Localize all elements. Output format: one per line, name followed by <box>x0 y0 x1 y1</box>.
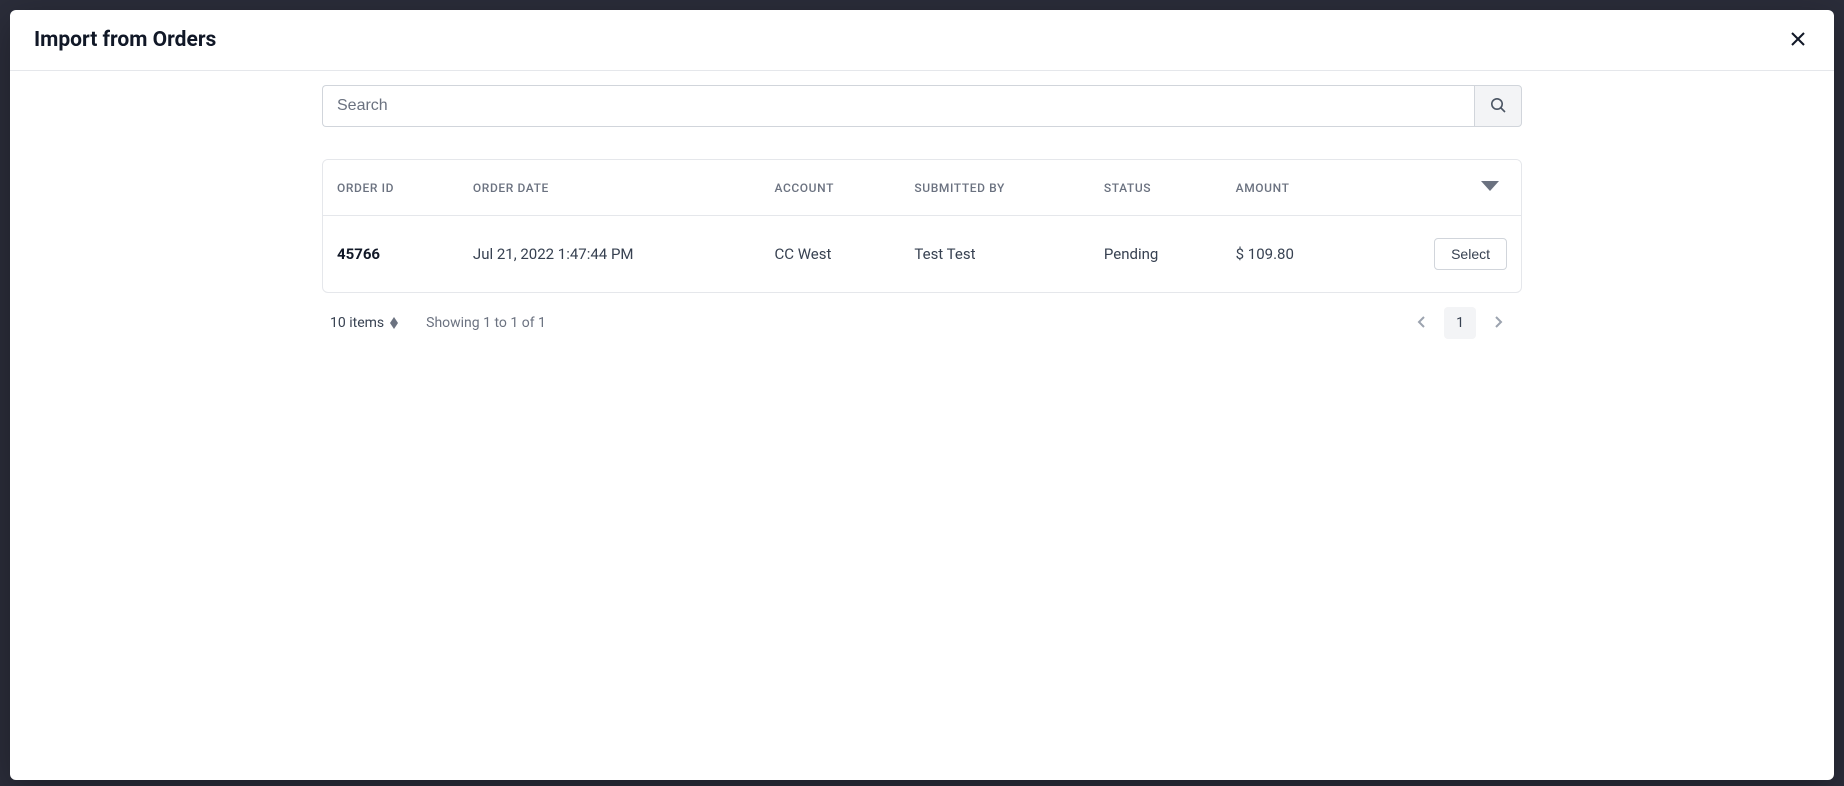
search-input[interactable] <box>322 85 1474 127</box>
table-row: 45766 Jul 21, 2022 1:47:44 PM CC West Te… <box>323 216 1521 293</box>
search-icon <box>1490 97 1506 116</box>
modal-header: Import from Orders <box>10 10 1834 71</box>
sort-desc-icon <box>1481 180 1499 192</box>
col-status[interactable]: STATUS <box>1090 160 1222 216</box>
showing-text: Showing 1 to 1 of 1 <box>426 315 546 331</box>
col-amount[interactable]: AMOUNT <box>1222 160 1360 216</box>
close-icon <box>1790 31 1806 50</box>
cell-amount: $ 109.80 <box>1222 216 1360 293</box>
page-size-label: 10 items <box>330 315 384 331</box>
pagination: 1 <box>1406 307 1514 339</box>
modal-body: ORDER ID ORDER DATE ACCOUNT SUBMITTED BY… <box>10 71 1834 780</box>
orders-table: ORDER ID ORDER DATE ACCOUNT SUBMITTED BY… <box>323 160 1521 292</box>
chevron-right-icon <box>1493 316 1503 331</box>
page-number[interactable]: 1 <box>1444 307 1476 339</box>
col-account[interactable]: ACCOUNT <box>760 160 900 216</box>
table-header-row: ORDER ID ORDER DATE ACCOUNT SUBMITTED BY… <box>323 160 1521 216</box>
col-submitted-by[interactable]: SUBMITTED BY <box>900 160 1089 216</box>
col-order-date[interactable]: ORDER DATE <box>459 160 761 216</box>
footer-left: 10 items Showing 1 to 1 of 1 <box>330 315 546 331</box>
cell-actions: Select <box>1360 216 1521 293</box>
col-actions[interactable] <box>1360 160 1521 216</box>
col-order-id[interactable]: ORDER ID <box>323 160 459 216</box>
cell-status: Pending <box>1090 216 1222 293</box>
next-page-button[interactable] <box>1482 307 1514 339</box>
cell-account: CC West <box>760 216 900 293</box>
chevron-left-icon <box>1417 316 1427 331</box>
cell-order-id: 45766 <box>323 216 459 293</box>
close-button[interactable] <box>1786 28 1810 52</box>
modal-title: Import from Orders <box>34 28 216 52</box>
orders-table-card: ORDER ID ORDER DATE ACCOUNT SUBMITTED BY… <box>322 159 1522 293</box>
content-wrapper: ORDER ID ORDER DATE ACCOUNT SUBMITTED BY… <box>302 85 1542 339</box>
select-button[interactable]: Select <box>1434 238 1507 270</box>
search-row <box>322 85 1522 127</box>
page-size-selector[interactable]: 10 items <box>330 315 398 331</box>
table-footer: 10 items Showing 1 to 1 of 1 <box>322 293 1522 339</box>
cell-submitted-by: Test Test <box>900 216 1089 293</box>
prev-page-button[interactable] <box>1406 307 1438 339</box>
import-orders-modal: Import from Orders <box>10 10 1834 780</box>
search-button[interactable] <box>1474 85 1522 127</box>
cell-order-date: Jul 21, 2022 1:47:44 PM <box>459 216 761 293</box>
up-down-icon <box>390 317 398 329</box>
